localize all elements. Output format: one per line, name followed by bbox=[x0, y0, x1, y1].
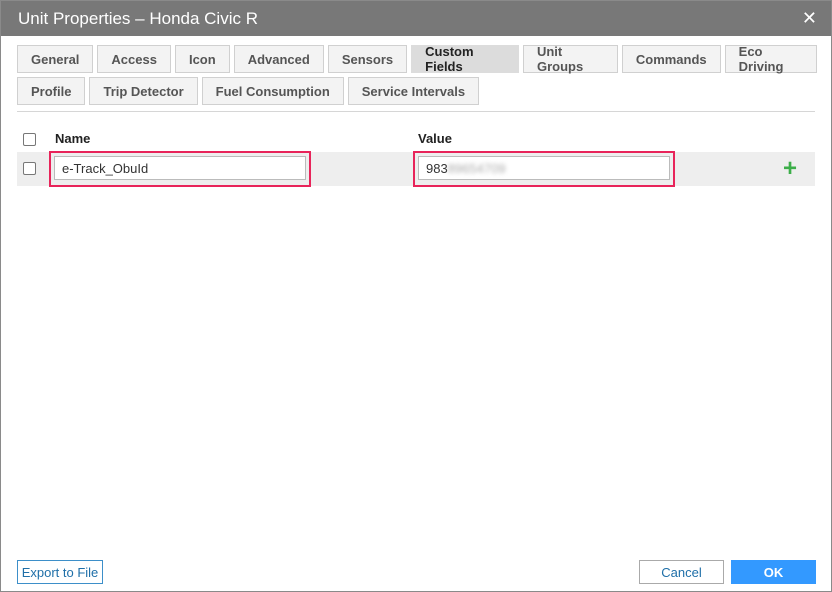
unit-properties-dialog: Unit Properties – Honda Civic R ✕ Genera… bbox=[0, 0, 832, 592]
tab-advanced[interactable]: Advanced bbox=[233, 45, 324, 73]
export-to-file-button[interactable]: Export to File bbox=[17, 560, 103, 584]
cancel-button[interactable]: Cancel bbox=[639, 560, 724, 584]
dialog-title: Unit Properties – Honda Civic R bbox=[18, 8, 258, 28]
table-row: e-Track_ObuId 983 89654709 + bbox=[17, 151, 815, 187]
tab-access[interactable]: Access bbox=[97, 45, 171, 73]
row-checkbox[interactable] bbox=[23, 162, 36, 175]
tab-sensors[interactable]: Sensors bbox=[327, 45, 408, 73]
tab-trip-detector[interactable]: Trip Detector bbox=[89, 77, 198, 105]
close-icon[interactable]: ✕ bbox=[802, 8, 817, 29]
value-input[interactable]: 983 89654709 bbox=[418, 156, 670, 180]
tab-service-intervals[interactable]: Service Intervals bbox=[347, 77, 480, 105]
tab-bar: General Access Icon Advanced Sensors Custom F… bbox=[17, 44, 818, 109]
name-input[interactable]: e-Track_ObuId bbox=[54, 156, 306, 180]
tab-fuel-consumption[interactable]: Fuel Consumption bbox=[201, 77, 344, 105]
value-text: 983 bbox=[426, 160, 448, 176]
value-blurred: 89654709 bbox=[447, 160, 506, 176]
tab-eco-driving[interactable]: Eco Driving bbox=[724, 44, 818, 74]
title-bar: Unit Properties – Honda Civic R ✕ bbox=[1, 1, 831, 36]
name-highlight: e-Track_ObuId bbox=[49, 151, 311, 187]
tab-unit-groups[interactable]: Unit Groups bbox=[522, 44, 618, 74]
tab-commands[interactable]: Commands bbox=[621, 45, 721, 73]
tab-profile[interactable]: Profile bbox=[17, 77, 86, 105]
select-all-checkbox[interactable] bbox=[23, 133, 36, 146]
name-column-header: Name bbox=[55, 131, 91, 146]
add-icon[interactable]: + bbox=[783, 155, 797, 183]
tab-icon[interactable]: Icon bbox=[174, 45, 230, 73]
ok-button[interactable]: OK bbox=[731, 560, 816, 584]
divider bbox=[17, 111, 815, 112]
value-highlight: 983 89654709 bbox=[413, 151, 675, 187]
tab-custom-fields[interactable]: Custom Fields bbox=[411, 44, 519, 74]
tab-general[interactable]: General bbox=[17, 45, 94, 73]
value-column-header: Value bbox=[418, 131, 452, 146]
